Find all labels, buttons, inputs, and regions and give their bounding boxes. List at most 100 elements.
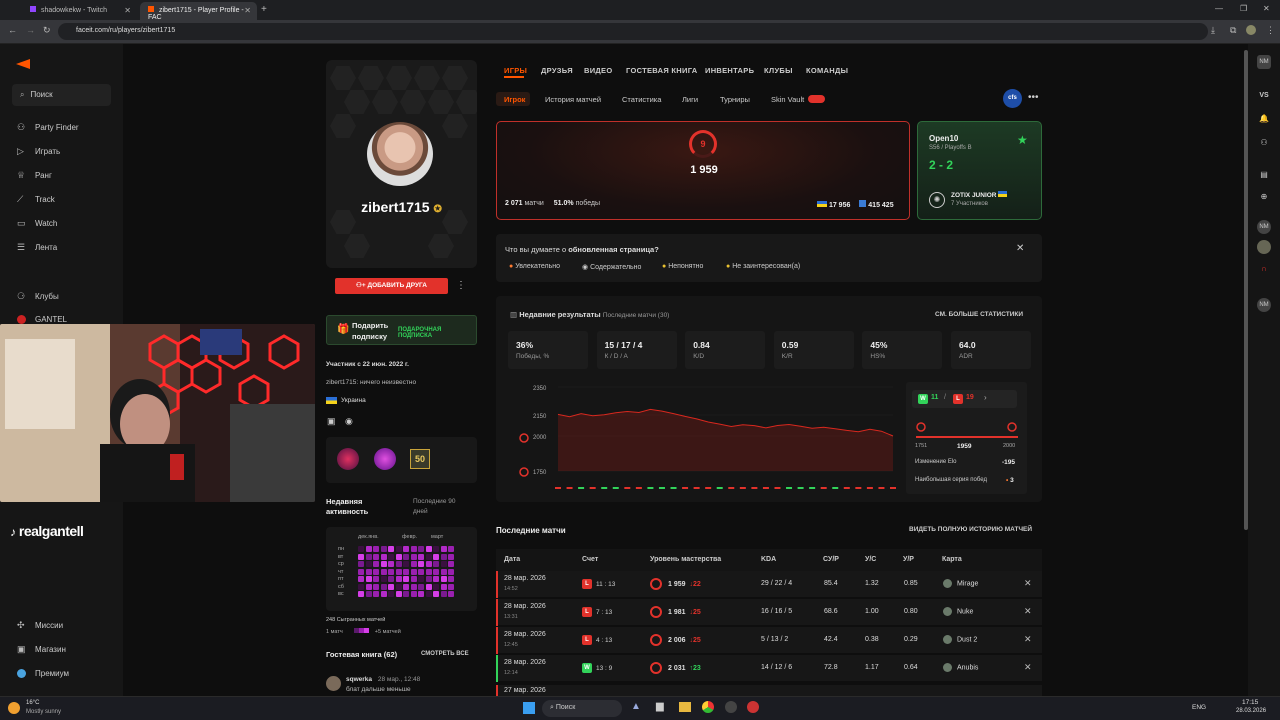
- table-row[interactable]: 28 мар. 2026 12:45 L 4 : 13 2 006 ↓25 5 / 13 /…: [496, 627, 1042, 654]
- sidebar-item-watch[interactable]: ▭ Watch: [17, 219, 57, 229]
- heatmap-cell[interactable]: [410, 553, 417, 560]
- taskview-icon[interactable]: ▆: [656, 701, 664, 712]
- subtab-5[interactable]: Skin Vault: [771, 95, 804, 104]
- heatmap-cell[interactable]: [448, 546, 454, 552]
- heatmap-cell[interactable]: [380, 583, 387, 590]
- heatmap-cell[interactable]: [410, 568, 417, 575]
- heatmap-cell[interactable]: [440, 576, 447, 582]
- steam-link-icon[interactable]: ◉: [345, 416, 353, 427]
- heatmap-cell[interactable]: [440, 583, 447, 590]
- heatmap-cell[interactable]: [365, 561, 372, 567]
- heatmap-cell[interactable]: [358, 553, 364, 560]
- close-window-icon[interactable]: ✕: [1263, 4, 1270, 13]
- tab-6[interactable]: КОМАНДЫ: [806, 66, 848, 75]
- add-icon[interactable]: ⊕: [1257, 190, 1271, 204]
- avatar[interactable]: [367, 122, 433, 186]
- heatmap-cell[interactable]: [425, 568, 432, 575]
- feedback-option-unclear[interactable]: ● Непонятно: [662, 263, 703, 270]
- level-50-badge-icon[interactable]: 50: [410, 449, 430, 469]
- add-friend-button[interactable]: ⚇+ ДОБАВИТЬ ДРУГА: [335, 278, 448, 294]
- reload-icon[interactable]: ↻: [43, 25, 51, 36]
- heatmap-cell[interactable]: [388, 576, 394, 582]
- heatmap-cell[interactable]: [395, 591, 402, 597]
- dismiss-icon[interactable]: ✕: [1024, 662, 1032, 673]
- heatmap-cell[interactable]: [358, 561, 364, 567]
- heatmap-cell[interactable]: [395, 568, 402, 575]
- gift-subscription-button[interactable]: 🎁 Подарить подписку ПОДАРОЧНАЯ ПОДПИСКА: [326, 315, 477, 345]
- heatmap-cell[interactable]: [433, 546, 439, 552]
- full-history-link[interactable]: ВИДЕТЬ ПОЛНУЮ ИСТОРИЮ МАТЧЕЙ: [909, 526, 1032, 533]
- app-icon[interactable]: [725, 701, 737, 713]
- heatmap-cell[interactable]: [365, 591, 372, 597]
- taskbar-search[interactable]: ⌕ Поиск: [542, 700, 622, 717]
- heatmap-cell[interactable]: [395, 583, 402, 590]
- heatmap-cell[interactable]: [373, 568, 379, 575]
- heatmap-cell[interactable]: [395, 561, 402, 567]
- heatmap-cell[interactable]: [425, 583, 432, 590]
- heatmap-cell[interactable]: [418, 553, 424, 560]
- heatmap-cell[interactable]: [433, 591, 439, 597]
- heatmap-cell[interactable]: [418, 546, 424, 552]
- sidebar-item-party-finder[interactable]: ⚇ Party Finder: [17, 123, 79, 133]
- heatmap-cell[interactable]: [425, 553, 432, 560]
- tab-2[interactable]: ВИДЕО: [584, 66, 613, 75]
- dismiss-icon[interactable]: ✕: [1024, 634, 1032, 645]
- heatmap-cell[interactable]: [418, 561, 424, 567]
- heatmap-cell[interactable]: [358, 576, 364, 582]
- heatmap-cell[interactable]: [418, 576, 424, 582]
- heatmap-cell[interactable]: [425, 561, 432, 567]
- tab-5[interactable]: КЛУБЫ: [764, 66, 793, 75]
- heatmap-cell[interactable]: [358, 546, 364, 552]
- subtab-4[interactable]: Турниры: [720, 95, 750, 104]
- guest-avatar[interactable]: [326, 676, 341, 691]
- heatmap-cell[interactable]: [403, 591, 409, 597]
- heatmap-cell[interactable]: [448, 553, 454, 560]
- heatmap-cell[interactable]: [440, 568, 447, 575]
- heatmap-cell[interactable]: [418, 583, 424, 590]
- heatmap-cell[interactable]: [433, 561, 439, 567]
- guest-name[interactable]: sqwerka: [346, 676, 372, 683]
- see-more-stats-link[interactable]: СМ. БОЛЬШЕ СТАТИСТИКИ: [935, 311, 1023, 318]
- heatmap-cell[interactable]: [388, 553, 394, 560]
- table-row[interactable]: 28 мар. 2026 14:52 L 11 : 13 1 959 ↓22 29 / 22…: [496, 571, 1042, 598]
- heatmap-cell[interactable]: [388, 583, 394, 590]
- sidebar-item-shop[interactable]: ▣ Магазин: [17, 645, 66, 655]
- heatmap-cell[interactable]: [433, 553, 439, 560]
- heatmap-cell[interactable]: [380, 591, 387, 597]
- sidebar-item-rank[interactable]: ♕ Ранг: [17, 171, 52, 181]
- browser-tab-twitch[interactable]: shadowkekw - Twitch ✕: [22, 2, 137, 20]
- clock-time[interactable]: 17:15: [1242, 699, 1258, 706]
- win-loss-toggle[interactable]: W 11 / L 19 ›: [912, 390, 1017, 408]
- heatmap-cell[interactable]: [410, 591, 417, 597]
- profile-more-icon[interactable]: ⋮: [456, 280, 466, 291]
- heatmap-cell[interactable]: [418, 591, 424, 597]
- dismiss-icon[interactable]: ✕: [1024, 606, 1032, 617]
- chat-icon[interactable]: ▤: [1257, 168, 1271, 182]
- heatmap-cell[interactable]: [395, 576, 402, 582]
- heatmap-cell[interactable]: [448, 561, 454, 567]
- heatmap-cell[interactable]: [440, 561, 447, 567]
- file-explorer-icon[interactable]: [679, 702, 691, 712]
- sidebar-item-track[interactable]: ⟋ Track: [17, 195, 55, 205]
- heatmap-cell[interactable]: [433, 583, 439, 590]
- heatmap-cell[interactable]: [388, 561, 394, 567]
- heatmap-cell[interactable]: [388, 568, 394, 575]
- heatmap-cell[interactable]: [433, 576, 439, 582]
- heatmap-cell[interactable]: [365, 568, 372, 575]
- tab-3[interactable]: ГОСТЕВАЯ КНИГА: [626, 66, 698, 75]
- feedback-option-informative[interactable]: ◉ Содержательно: [582, 263, 641, 271]
- heatmap-cell[interactable]: [440, 553, 447, 560]
- heatmap-cell[interactable]: [358, 568, 364, 575]
- heatmap-cell[interactable]: [403, 568, 409, 575]
- profile-avatar-icon[interactable]: [1246, 25, 1256, 35]
- sidebar-item-premium[interactable]: Премиум: [17, 669, 69, 678]
- guestbook-see-all[interactable]: СМОТРЕТЬ ВСЕ: [421, 651, 469, 657]
- table-row[interactable]: 28 мар. 2026 12:14 W 13 : 9 2 031 ↑23 14 / 12 …: [496, 655, 1042, 682]
- heatmap-cell[interactable]: [403, 561, 409, 567]
- back-icon[interactable]: ←: [8, 25, 17, 35]
- heatmap-cell[interactable]: [373, 561, 379, 567]
- heatmap-cell[interactable]: [410, 546, 417, 552]
- heatmap-cell[interactable]: [403, 583, 409, 590]
- app-icon[interactable]: ▲: [631, 701, 641, 712]
- heatmap-cell[interactable]: [373, 583, 379, 590]
